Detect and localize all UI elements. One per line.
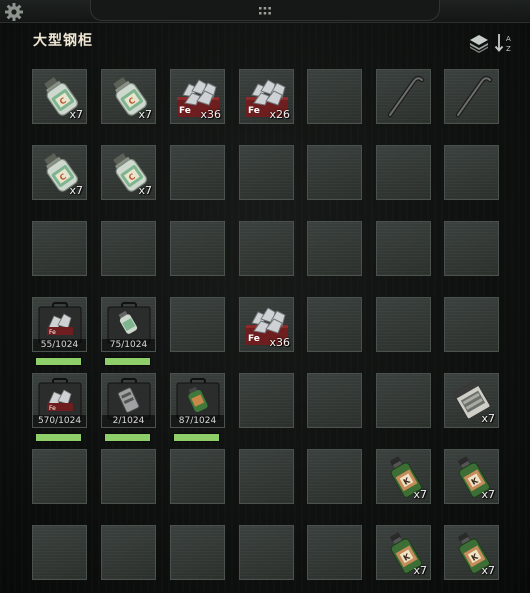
inventory-slot-empty[interactable] — [376, 373, 431, 428]
inventory-slot-empty[interactable] — [32, 525, 87, 580]
gear-icon[interactable] — [4, 2, 24, 22]
inventory-slot-empty[interactable] — [307, 525, 362, 580]
inventory-slot[interactable]: Kx7 — [376, 449, 431, 504]
sort-az-icon[interactable]: A Z — [494, 32, 516, 54]
capacity-label: 87/1024 — [171, 415, 224, 427]
svg-text:Fe: Fe — [248, 334, 260, 344]
inventory-slot[interactable]: Cx7 — [32, 69, 87, 124]
inventory-slot-empty[interactable] — [101, 221, 156, 276]
item-quantity: x7 — [481, 488, 495, 501]
stack-layers-icon[interactable] — [468, 32, 490, 54]
inventory-slot-empty[interactable] — [307, 449, 362, 504]
inventory-slot-empty[interactable] — [376, 145, 431, 200]
container-window: 大型钢柜 A Z Cx7 Cx7 Fe x36 Fe x26 Cx7 Cx7 Fe 55/1024… — [0, 0, 530, 593]
inventory-slot[interactable]: 87/1024 — [170, 373, 225, 428]
inventory-slot-empty[interactable] — [239, 373, 294, 428]
capacity-bar — [35, 433, 82, 442]
inventory-slot[interactable]: Cx7 — [101, 69, 156, 124]
inventory-slot[interactable]: x7 — [444, 373, 499, 428]
capacity-bar — [104, 433, 151, 442]
item-quantity: x7 — [138, 108, 152, 121]
capacity-bar-fill — [105, 358, 150, 365]
inventory-slot[interactable]: Kx7 — [376, 525, 431, 580]
item-quantity: x7 — [413, 564, 427, 577]
inventory-slot-empty[interactable] — [170, 221, 225, 276]
svg-text:Fe: Fe — [49, 405, 56, 412]
inventory-slot-empty[interactable] — [307, 69, 362, 124]
item-quantity: x7 — [69, 108, 83, 121]
inventory-slot-empty[interactable] — [307, 145, 362, 200]
item-quantity: x7 — [413, 488, 427, 501]
svg-text:Fe: Fe — [248, 106, 260, 116]
inventory-slot-empty[interactable] — [239, 449, 294, 504]
capacity-label: 2/1024 — [102, 415, 155, 427]
inventory-slot[interactable]: 2/1024 — [101, 373, 156, 428]
inventory-slot-empty[interactable] — [170, 449, 225, 504]
inventory-slot[interactable] — [376, 69, 431, 124]
svg-text:Z: Z — [506, 45, 511, 53]
inventory-slot[interactable]: Cx7 — [101, 145, 156, 200]
inventory-slot[interactable]: Fe x26 — [239, 69, 294, 124]
item-quantity: x7 — [138, 184, 152, 197]
inventory-slot-empty[interactable] — [101, 449, 156, 504]
item-quantity: x7 — [481, 564, 495, 577]
inventory-slot-empty[interactable] — [32, 449, 87, 504]
capacity-label: 55/1024 — [33, 339, 86, 351]
item-quantity: x26 — [269, 108, 290, 121]
inventory-slot-empty[interactable] — [170, 525, 225, 580]
inventory-slot-empty[interactable] — [170, 145, 225, 200]
svg-text:Fe: Fe — [49, 329, 56, 336]
inventory-slot-empty[interactable] — [307, 221, 362, 276]
item-quantity: x36 — [200, 108, 221, 121]
inventory-slot[interactable]: Fe 570/1024 — [32, 373, 87, 428]
crowbar-icon — [381, 73, 427, 119]
inventory-slot[interactable]: Cx7 — [32, 145, 87, 200]
container-tools: A Z — [468, 32, 516, 54]
inventory-slot-empty[interactable] — [444, 221, 499, 276]
inventory-slot-empty[interactable] — [307, 297, 362, 352]
inventory-slot-empty[interactable] — [239, 221, 294, 276]
inventory-slot-empty[interactable] — [307, 373, 362, 428]
capacity-bar — [104, 357, 151, 366]
svg-text:A: A — [506, 35, 511, 43]
capacity-bar-fill — [105, 434, 150, 441]
inventory-slot-empty[interactable] — [239, 145, 294, 200]
inventory-slot[interactable]: Fe 55/1024 — [32, 297, 87, 352]
inventory-slot[interactable]: Fe x36 — [170, 69, 225, 124]
capacity-bar — [173, 433, 220, 442]
inventory-slot-empty[interactable] — [101, 525, 156, 580]
inventory-slot[interactable]: 75/1024 — [101, 297, 156, 352]
capacity-bar-fill — [174, 434, 219, 441]
container-title: 大型钢柜 — [33, 33, 93, 49]
inventory-slot-empty[interactable] — [32, 221, 87, 276]
inventory-slot-empty[interactable] — [239, 525, 294, 580]
inventory-slot-empty[interactable] — [376, 297, 431, 352]
inventory-slot-empty[interactable] — [444, 297, 499, 352]
inventory-slot-empty[interactable] — [170, 297, 225, 352]
window-top-bar — [0, 0, 530, 23]
capacity-bar-fill — [36, 434, 81, 441]
inventory-slot-empty[interactable] — [444, 145, 499, 200]
capacity-label: 75/1024 — [102, 339, 155, 351]
inventory-slot[interactable]: Fe x36 — [239, 297, 294, 352]
capacity-bar — [35, 357, 82, 366]
crowbar-icon — [449, 73, 495, 119]
capacity-bar-fill — [36, 358, 81, 365]
item-quantity: x7 — [481, 412, 495, 425]
capacity-label: 570/1024 — [33, 415, 86, 427]
inventory-slot-empty[interactable] — [376, 221, 431, 276]
svg-text:Fe: Fe — [179, 106, 191, 116]
inventory-slot[interactable] — [444, 69, 499, 124]
item-quantity: x7 — [69, 184, 83, 197]
inventory-slot[interactable]: Kx7 — [444, 449, 499, 504]
inventory-slot[interactable]: Kx7 — [444, 525, 499, 580]
item-quantity: x36 — [269, 336, 290, 349]
grip-dots-icon[interactable] — [258, 6, 272, 16]
